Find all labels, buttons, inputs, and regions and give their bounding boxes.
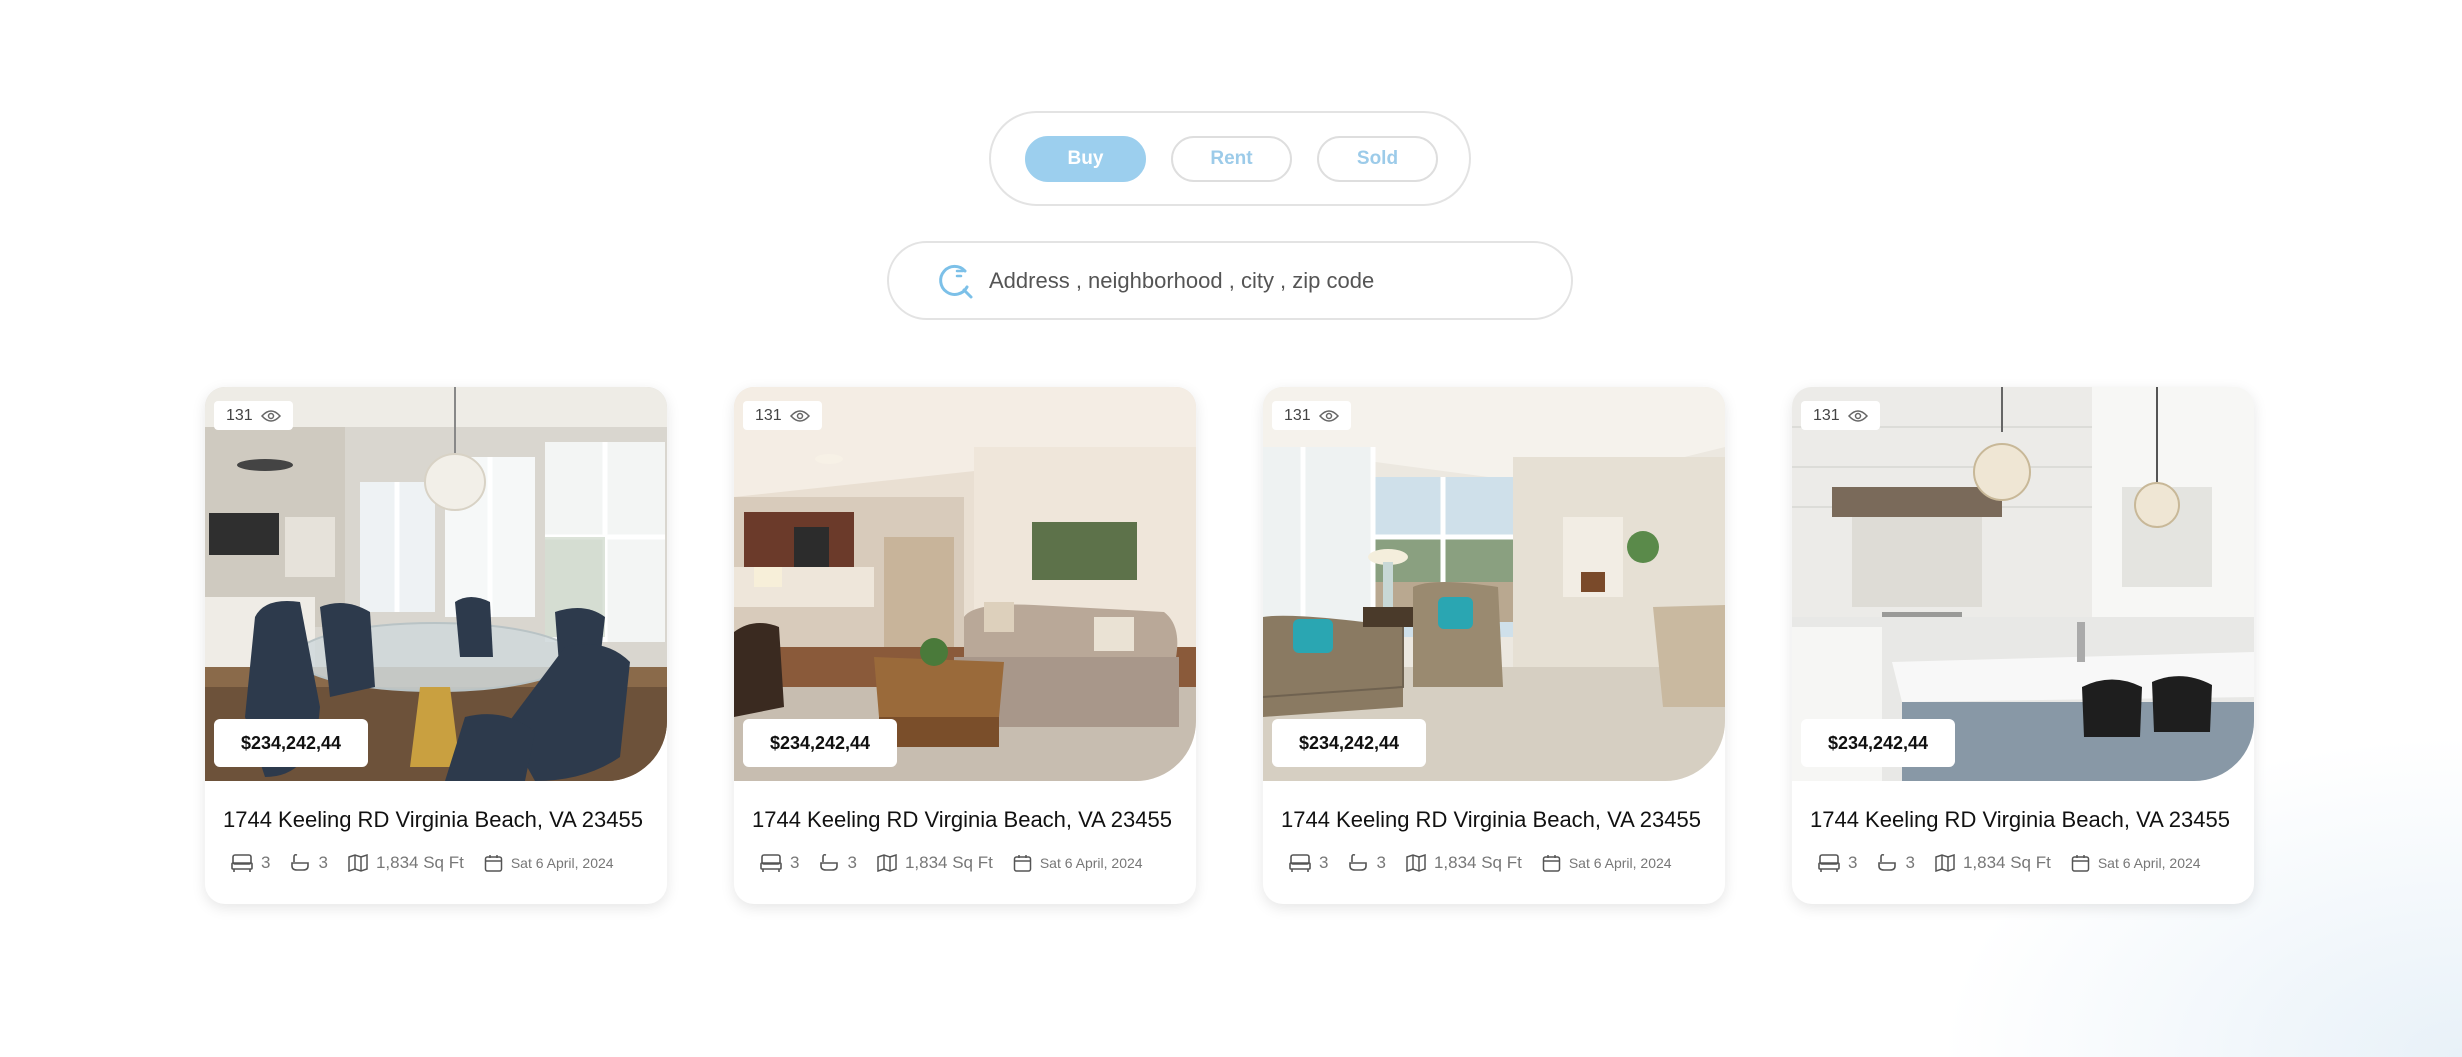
area-info: 1,834 Sq Ft [1406, 853, 1522, 873]
tab-rent[interactable]: Rent [1171, 135, 1292, 182]
search-input[interactable]: Address , neighborhood , city , zip code [887, 241, 1573, 320]
beds-count: 3 [1848, 853, 1858, 872]
map-icon [877, 854, 897, 872]
listing-card[interactable]: 131 $234,242,44 1744 Keeling RD Virginia… [734, 387, 1196, 904]
listing-meta: 3 3 1,834 Sq Ft Sat 6 April, 2024 [231, 853, 634, 873]
listing-date: Sat 6 April, 2024 [510, 855, 614, 871]
beds-info: 3 [1818, 853, 1857, 873]
map-icon [348, 854, 368, 872]
tab-sold[interactable]: Sold [1317, 135, 1438, 182]
eye-icon [1318, 409, 1339, 423]
calendar-icon [484, 854, 503, 873]
listing-date: Sat 6 April, 2024 [1039, 855, 1143, 871]
baths-count: 3 [847, 853, 857, 872]
date-info: Sat 6 April, 2024 [1013, 854, 1143, 873]
listing-photo[interactable]: 131 $234,242,44 [734, 387, 1196, 781]
bath-icon [290, 853, 310, 873]
listing-card[interactable]: 131 $234,242,44 1744 Keeling RD Virginia… [205, 387, 667, 904]
date-info: Sat 6 April, 2024 [1542, 854, 1672, 873]
price-badge: $234,242,44 [214, 719, 368, 767]
price-badge: $234,242,44 [1272, 719, 1426, 767]
bed-icon [760, 853, 782, 873]
eye-icon [1847, 409, 1868, 423]
beds-count: 3 [1319, 853, 1329, 872]
listing-meta: 3 3 1,834 Sq Ft Sat 6 April, 2024 [760, 853, 1163, 873]
area-value: 1,834 Sq Ft [904, 853, 993, 872]
views-count: 131 [226, 406, 253, 424]
map-icon [1406, 854, 1426, 872]
listing-card[interactable]: 131 $234,242,44 1744 Keeling RD Virginia… [1792, 387, 2254, 904]
date-info: Sat 6 April, 2024 [2071, 854, 2201, 873]
baths-info: 3 [1877, 853, 1915, 873]
listing-card[interactable]: 131 $234,242,44 1744 Keeling RD Virginia… [1263, 387, 1725, 904]
tab-buy[interactable]: Buy [1025, 135, 1146, 182]
search-placeholder: Address , neighborhood , city , zip code [989, 267, 1375, 293]
listing-address[interactable]: 1744 Keeling RD Virginia Beach, VA 23455 [1281, 807, 1721, 833]
area-value: 1,834 Sq Ft [1433, 853, 1522, 872]
price-badge: $234,242,44 [1801, 719, 1955, 767]
map-icon [1935, 854, 1955, 872]
baths-count: 3 [1376, 853, 1386, 872]
listing-meta: 3 3 1,834 Sq Ft Sat 6 April, 2024 [1289, 853, 1692, 873]
views-count: 131 [755, 406, 782, 424]
area-value: 1,834 Sq Ft [1962, 853, 2051, 872]
bed-icon [1289, 853, 1311, 873]
area-info: 1,834 Sq Ft [877, 853, 993, 873]
listing-date: Sat 6 April, 2024 [2097, 855, 2201, 871]
views-badge: 131 [1272, 401, 1351, 430]
bed-icon [231, 853, 253, 873]
calendar-icon [2071, 854, 2090, 873]
bed-icon [1818, 853, 1840, 873]
listing-photo[interactable]: 131 $234,242,44 [1263, 387, 1725, 781]
baths-count: 3 [318, 853, 328, 872]
baths-count: 3 [1905, 853, 1915, 872]
area-info: 1,834 Sq Ft [348, 853, 464, 873]
bath-icon [1348, 853, 1368, 873]
bath-icon [819, 853, 839, 873]
date-info: Sat 6 April, 2024 [484, 854, 614, 873]
views-badge: 131 [214, 401, 293, 430]
eye-icon [260, 409, 281, 423]
views-badge: 131 [743, 401, 822, 430]
beds-info: 3 [760, 853, 799, 873]
baths-info: 3 [290, 853, 328, 873]
price-badge: $234,242,44 [743, 719, 897, 767]
views-badge: 131 [1801, 401, 1880, 430]
listing-meta: 3 3 1,834 Sq Ft Sat 6 April, 2024 [1818, 853, 2221, 873]
eye-icon [789, 409, 810, 423]
beds-count: 3 [261, 853, 271, 872]
baths-info: 3 [1348, 853, 1386, 873]
area-info: 1,834 Sq Ft [1935, 853, 2051, 873]
bath-icon [1877, 853, 1897, 873]
views-count: 131 [1284, 406, 1311, 424]
listing-address[interactable]: 1744 Keeling RD Virginia Beach, VA 23455 [752, 807, 1192, 833]
listing-address[interactable]: 1744 Keeling RD Virginia Beach, VA 23455 [1810, 807, 2250, 833]
listing-address[interactable]: 1744 Keeling RD Virginia Beach, VA 23455 [223, 807, 663, 833]
calendar-icon [1013, 854, 1032, 873]
listing-photo[interactable]: 131 $234,242,44 [205, 387, 667, 781]
search-icon [935, 261, 975, 301]
calendar-icon [1542, 854, 1561, 873]
beds-info: 3 [231, 853, 270, 873]
listing-type-toggle: Buy Rent Sold [989, 111, 1471, 206]
baths-info: 3 [819, 853, 857, 873]
beds-info: 3 [1289, 853, 1328, 873]
beds-count: 3 [790, 853, 800, 872]
views-count: 131 [1813, 406, 1840, 424]
area-value: 1,834 Sq Ft [375, 853, 464, 872]
listing-photo[interactable]: 131 $234,242,44 [1792, 387, 2254, 781]
listing-date: Sat 6 April, 2024 [1568, 855, 1672, 871]
